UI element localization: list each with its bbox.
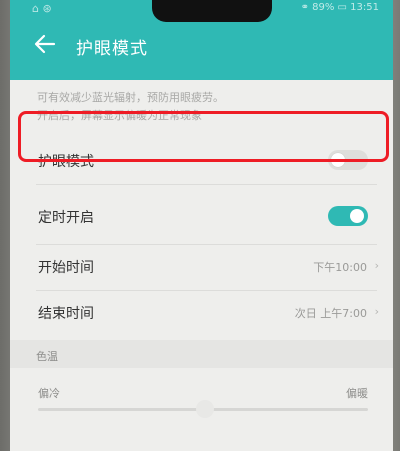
cool-label: 偏冷 <box>38 387 60 400</box>
slider-handle[interactable] <box>196 400 214 418</box>
scheduled-label: 定时开启 <box>38 210 94 226</box>
toggle-knob <box>350 209 364 223</box>
start-time-row[interactable]: 开始时间 下午10:00 › <box>10 246 393 286</box>
end-time-value: 次日 上午7:00 <box>294 307 367 320</box>
divider <box>36 184 377 185</box>
screen: ⌂ ⊛ ⚭ 89% ▭ 13:51 护眼模式 可有效减少蓝光辐射，预防用眼疲劳。… <box>10 0 393 451</box>
start-time-label: 开始时间 <box>38 260 94 276</box>
start-time-value: 下午10:00 <box>313 261 367 274</box>
back-arrow-icon[interactable] <box>34 33 56 55</box>
status-icons-left: ⌂ ⊛ <box>32 2 52 15</box>
status-icons-right: ⚭ 89% ▭ 13:51 <box>300 2 379 13</box>
end-time-row[interactable]: 结束时间 次日 上午7:00 › <box>10 292 393 332</box>
scheduled-toggle[interactable] <box>328 206 368 226</box>
color-temp-label: 色温 <box>36 350 58 363</box>
divider <box>36 244 377 245</box>
description-line-1: 可有效减少蓝光辐射，预防用眼疲劳。 <box>37 91 224 104</box>
divider <box>36 290 377 291</box>
app-header: ⌂ ⊛ ⚭ 89% ▭ 13:51 护眼模式 <box>10 0 393 80</box>
camera-notch <box>152 0 272 22</box>
highlight-box <box>18 111 389 162</box>
chevron-right-icon: › <box>374 259 379 272</box>
page-title: 护眼模式 <box>76 39 148 59</box>
chevron-right-icon: › <box>374 305 379 318</box>
end-time-label: 结束时间 <box>38 306 94 322</box>
color-temp-section: 色温 <box>10 340 393 368</box>
warm-label: 偏暖 <box>346 387 368 400</box>
scheduled-row[interactable]: 定时开启 <box>10 196 393 236</box>
